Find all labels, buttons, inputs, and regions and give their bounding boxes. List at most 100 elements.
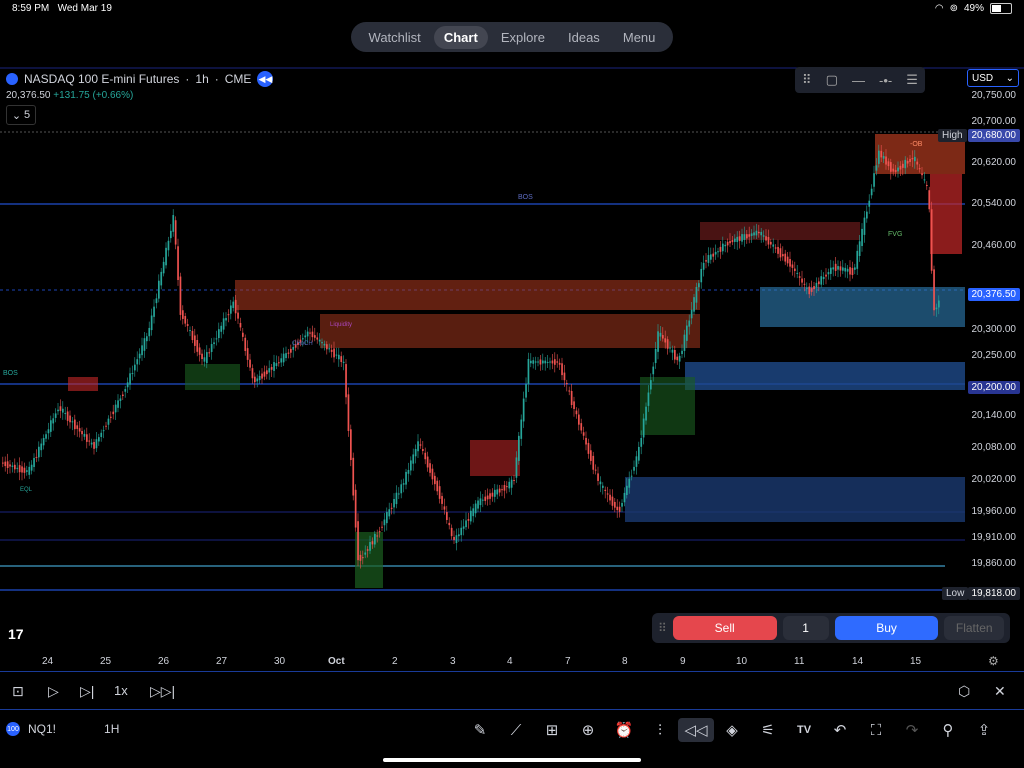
- candle-body: [222, 318, 225, 330]
- candle-body: [321, 342, 323, 344]
- candle-body: [186, 324, 189, 326]
- candle-body: [98, 437, 100, 442]
- candle-body: [585, 437, 587, 445]
- tab-watchlist[interactable]: Watchlist: [359, 26, 431, 49]
- share-icon[interactable]: ⇪: [966, 718, 1002, 742]
- candle-body: [453, 536, 455, 541]
- pencil-icon[interactable]: ✎: [462, 718, 498, 742]
- order-block-zone: [320, 314, 700, 348]
- candle-body: [856, 250, 859, 269]
- lightbulb-icon[interactable]: ⚲: [930, 718, 966, 742]
- candle-body: [412, 454, 415, 464]
- wifi-icon: ◠: [934, 3, 944, 14]
- replay-select-icon[interactable]: ⊡: [12, 683, 24, 700]
- candle-body: [352, 457, 355, 496]
- indicator-toggle[interactable]: ⌄ 5: [6, 105, 36, 125]
- tab-ideas[interactable]: Ideas: [558, 26, 610, 49]
- bottom-symbol[interactable]: 100 NQ1! 1H: [6, 722, 119, 736]
- chart-canvas[interactable]: BOS BOS -OB FVG CHoCH EQL Liquidity: [0, 62, 1024, 670]
- candle-body: [167, 240, 170, 251]
- candle-body: [364, 552, 367, 555]
- candles-icon[interactable]: ⫶: [642, 718, 678, 742]
- candle-body: [230, 305, 232, 314]
- layers-icon[interactable]: ◈: [714, 718, 750, 742]
- horizontal-line-tool-icon[interactable]: -•-: [879, 73, 892, 88]
- candle-body: [198, 347, 201, 355]
- candle-body: [554, 359, 556, 365]
- candle-body: [162, 261, 165, 274]
- add-icon[interactable]: ⊕: [570, 718, 606, 742]
- indicators-icon[interactable]: ⟋: [498, 718, 534, 742]
- replay-speed[interactable]: 1x: [114, 683, 128, 698]
- redo-icon[interactable]: ↷: [894, 718, 930, 742]
- candle-body: [654, 348, 657, 364]
- candle-body: [282, 353, 285, 363]
- settings-sliders-icon[interactable]: ⚟: [750, 718, 786, 742]
- play-icon[interactable]: ▷: [48, 683, 59, 700]
- replay-rewind-icon[interactable]: ◁◁: [678, 718, 714, 742]
- tradingview-icon[interactable]: TV: [786, 718, 822, 742]
- hexagon-settings-icon[interactable]: ⬡: [958, 683, 970, 700]
- low-value: 19,818.00: [967, 587, 1020, 600]
- rectangle-tool-icon[interactable]: ▢: [826, 72, 838, 88]
- bottom-interval[interactable]: 1H: [104, 722, 119, 736]
- candle-body: [652, 366, 655, 375]
- candle-body: [357, 521, 359, 561]
- step-forward-icon[interactable]: ▷|: [80, 683, 94, 700]
- sell-button[interactable]: Sell: [672, 616, 777, 640]
- drag-handle-icon[interactable]: ⠿: [658, 621, 667, 635]
- line-tool-icon[interactable]: —: [852, 73, 865, 88]
- replay-icon[interactable]: ◀◀: [257, 71, 274, 87]
- candle-body: [803, 283, 806, 285]
- jump-to-end-icon[interactable]: ▷▷|: [150, 683, 175, 700]
- candle-body: [671, 349, 674, 353]
- close-icon[interactable]: ✕: [994, 683, 1006, 700]
- candle-body: [410, 460, 412, 471]
- candle-body: [398, 493, 400, 495]
- demand-zone: [185, 364, 240, 390]
- candle-body: [594, 469, 597, 471]
- candle-body: [928, 190, 931, 210]
- quantity-field[interactable]: 1: [782, 616, 829, 640]
- price-label: 20,540.00: [971, 198, 1017, 209]
- chart-settings-icon[interactable]: ⚙: [988, 654, 999, 668]
- candle-body: [489, 493, 491, 499]
- flatten-button[interactable]: Flatten: [944, 616, 1004, 640]
- candle-body: [760, 231, 763, 236]
- candle-body: [765, 236, 767, 241]
- buy-button[interactable]: Buy: [834, 616, 939, 640]
- candle-body: [143, 338, 146, 351]
- currency-select[interactable]: USD ⌄: [967, 69, 1019, 87]
- settings-lines-icon[interactable]: ☰: [906, 72, 918, 88]
- candle-body: [330, 349, 333, 352]
- level-price-tag: 20,200.00: [967, 377, 1020, 395]
- candle-body: [215, 338, 218, 340]
- tab-menu[interactable]: Menu: [613, 26, 666, 49]
- alarm-icon[interactable]: ⏰: [606, 718, 642, 742]
- tab-explore[interactable]: Explore: [491, 26, 555, 49]
- candle-body: [26, 470, 28, 472]
- candle-body: [340, 356, 343, 363]
- candle-body: [782, 254, 784, 257]
- undo-icon[interactable]: ↶: [822, 718, 858, 742]
- current-price-tag: 20,376.50: [967, 284, 1020, 302]
- candle-body: [738, 236, 741, 242]
- candle-body: [402, 483, 405, 485]
- symbol-header[interactable]: NASDAQ 100 E-mini Futures · 1h · CME ◀◀: [6, 71, 274, 87]
- fullscreen-icon[interactable]: ⛶: [858, 718, 894, 742]
- drag-handle-icon[interactable]: ⠿: [802, 72, 812, 88]
- candle-body: [539, 359, 542, 365]
- candle-body: [30, 464, 33, 471]
- price-label: 20,620.00: [971, 157, 1017, 168]
- tab-chart[interactable]: Chart: [433, 25, 488, 49]
- candle-body: [813, 286, 815, 290]
- candle-body: [546, 361, 549, 363]
- candle-body: [885, 156, 887, 165]
- candle-body: [710, 254, 712, 260]
- candle-body: [693, 297, 695, 312]
- candle-body: [306, 331, 309, 337]
- candle-body: [674, 349, 676, 360]
- candle-body: [124, 389, 127, 392]
- candle-body: [129, 373, 131, 385]
- grid-layout-icon[interactable]: ⊞: [534, 718, 570, 742]
